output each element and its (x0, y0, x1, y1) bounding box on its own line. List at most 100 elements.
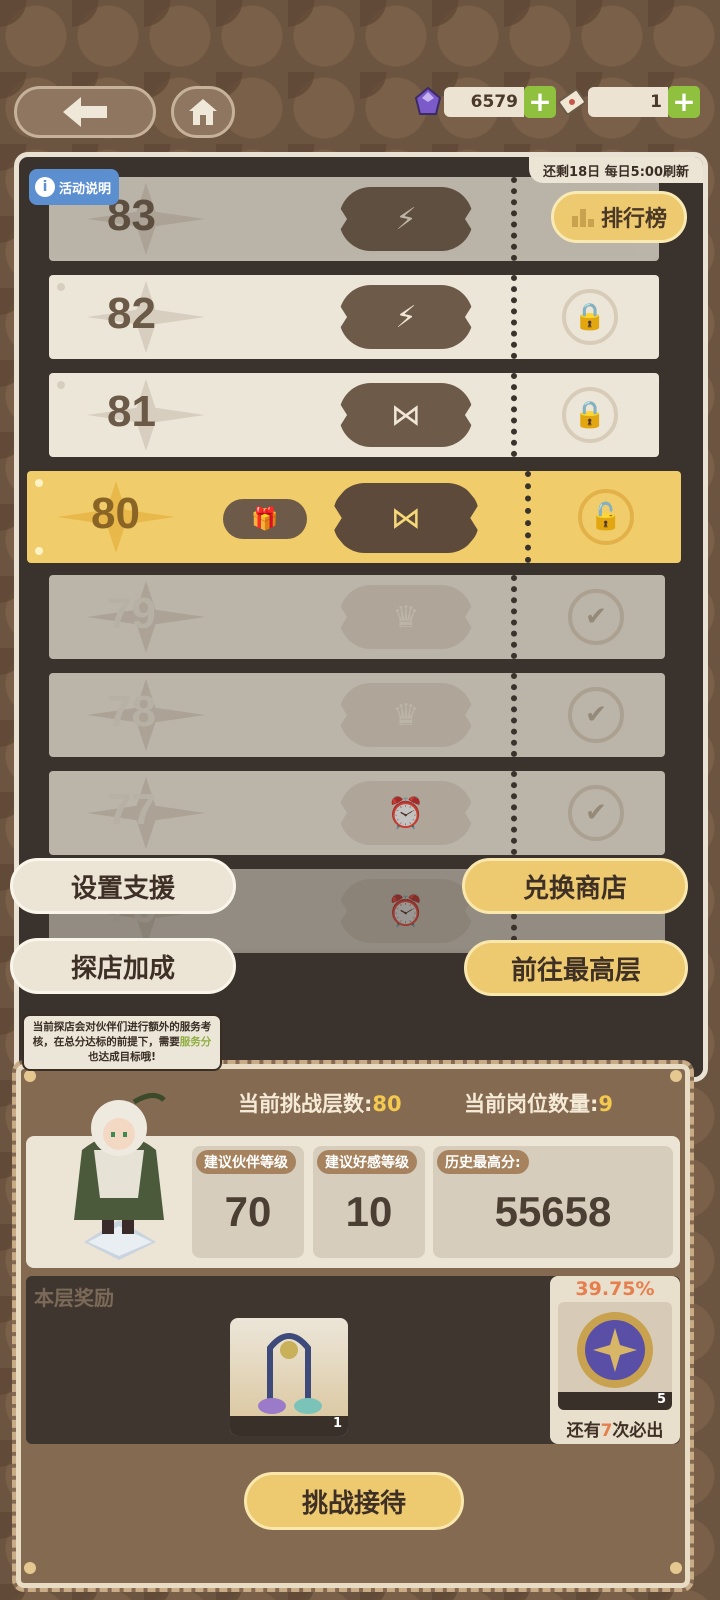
bonus-tooltip: 当前探店会对伙伴们进行额外的服务考核，在总分达标的前提下，需要服务分也达成目标哦… (22, 1014, 222, 1071)
add-ticket-button[interactable]: + (668, 86, 700, 118)
floor-number: 82 (107, 289, 156, 338)
panel-rivet (670, 1070, 682, 1082)
add-gem-button[interactable]: + (524, 86, 556, 118)
floor-number: 81 (107, 387, 156, 436)
best-score-value: 55658 (494, 1188, 612, 1235)
affection-level-box: 建议好感等级 10 (313, 1146, 425, 1258)
reward-item-count: 1 (230, 1416, 348, 1436)
arrow-left-icon (63, 97, 107, 127)
floor-stub: ✔ (527, 771, 665, 855)
perforation (511, 177, 517, 261)
chef-hat-icon: ♛ (339, 683, 473, 747)
perforation (511, 275, 517, 359)
current-post-value: 9 (598, 1092, 614, 1116)
gem-icon (414, 86, 442, 115)
event-info-button[interactable]: i 活动说明 (29, 169, 120, 205)
gem-count: 6579 (444, 87, 524, 117)
floor-ticket-79[interactable]: 79 ♛ ✔ (49, 575, 665, 659)
floor-stub: ✔ (527, 673, 665, 757)
perforation (511, 575, 517, 659)
check-icon: ✔ (568, 785, 624, 841)
pity-note-b: 次必出 (612, 1421, 664, 1441)
partner-level-label: 建议伙伴等级 (196, 1150, 296, 1174)
pity-note-num: 7 (600, 1421, 613, 1441)
set-support-button[interactable]: 设置支援 (10, 858, 236, 914)
ticket-dot (57, 381, 65, 389)
pity-note: 还有7次必出 (550, 1416, 680, 1441)
floor-stub: 🔒 (521, 275, 659, 359)
panel-rivet (24, 1562, 36, 1574)
alarm-clock-icon: ⏰ (339, 781, 473, 845)
current-post-stat: 当前岗位数量:9 (464, 1088, 613, 1118)
challenge-button[interactable]: 挑战接待 (244, 1472, 464, 1530)
chef-hat-icon: ♛ (339, 585, 473, 649)
character-sprite (64, 1080, 174, 1260)
floor-ticket-82[interactable]: 82 ⚡ 🔒 (49, 275, 659, 359)
ticket-dot (35, 547, 43, 555)
ticket-icon (558, 88, 586, 116)
current-post-label: 当前岗位数量: (464, 1092, 599, 1116)
back-button[interactable] (14, 86, 156, 138)
home-button[interactable] (171, 86, 235, 138)
partner-level-value: 70 (224, 1188, 272, 1235)
affection-level-value: 10 (345, 1188, 393, 1235)
best-score-box: 历史最高分: 55658 (433, 1146, 673, 1258)
info-icon: i (35, 177, 55, 197)
check-icon: ✔ (568, 589, 624, 645)
tooltip-text-b: 也达成目标哦! (88, 1051, 156, 1063)
floor-number: 78 (107, 687, 156, 736)
event-info-label: 活动说明 (59, 181, 112, 197)
lock-icon: 🔒 (562, 289, 618, 345)
floor-stub: 🔓 (531, 471, 681, 563)
panel-rivet (670, 1562, 682, 1574)
floor-number: 77 (107, 785, 156, 834)
home-icon (189, 99, 217, 125)
gem-currency: 6579 + (412, 86, 556, 118)
reward-item[interactable]: 1 (230, 1318, 348, 1436)
check-icon: ✔ (568, 687, 624, 743)
reward-title: 本层奖励 (34, 1286, 114, 1310)
floor-ticket-78[interactable]: 78 ♛ ✔ (49, 673, 665, 757)
current-floor-value: 80 (372, 1092, 402, 1116)
pity-box[interactable]: 39.75% 5 还有7次必出 (550, 1276, 680, 1444)
panel-rivet (24, 1070, 36, 1082)
boot-icon: ⚡ (339, 187, 473, 251)
ticket-dot (57, 283, 65, 291)
bowtie-icon: ⋈ (333, 483, 479, 553)
best-score-label: 历史最高分: (437, 1150, 529, 1174)
gift-icon[interactable]: 🎁 (223, 499, 307, 539)
ticket-count: 1 (588, 87, 668, 117)
floor-number: 79 (107, 589, 156, 638)
bowtie-icon: ⋈ (339, 383, 473, 447)
exchange-shop-button[interactable]: 兑换商店 (462, 858, 688, 914)
leaderboard-button[interactable]: 排行榜 (551, 191, 687, 243)
floor-ticket-81[interactable]: 81 ⋈ 🔒 (49, 373, 659, 457)
floor-stub: 🔒 (521, 373, 659, 457)
floor-stub: ✔ (527, 575, 665, 659)
ticket-currency: 1 + (556, 86, 700, 118)
current-floor-label: 当前挑战层数: (238, 1092, 373, 1116)
current-floor-stat: 当前挑战层数:80 (238, 1088, 402, 1118)
ornament-icon (258, 1333, 322, 1414)
go-top-floor-button[interactable]: 前往最高层 (464, 940, 688, 996)
lock-icon: 🔒 (562, 387, 618, 443)
alarm-clock-icon: ⏰ (339, 879, 473, 943)
floor-number: 80 (91, 489, 140, 538)
partner-level-box: 建议伙伴等级 70 (192, 1146, 304, 1258)
pity-note-a: 还有 (566, 1421, 601, 1441)
unlock-icon: 🔓 (578, 489, 634, 545)
visit-bonus-button[interactable]: 探店加成 (10, 938, 236, 994)
tooltip-highlight: 服务分 (179, 1036, 212, 1048)
pity-item-count: 5 (558, 1392, 672, 1410)
boot-icon: ⚡ (339, 285, 473, 349)
perforation (511, 373, 517, 457)
affection-level-label: 建议好感等级 (317, 1150, 417, 1174)
floor-ticket-80-current[interactable]: 80 🎁 ⋈ 🔓 (27, 471, 681, 563)
leaderboard-icon (571, 209, 594, 227)
perforation (511, 771, 517, 855)
ticket-dot (35, 479, 43, 487)
perforation (511, 673, 517, 757)
floor-ticket-77[interactable]: 77 ⏰ ✔ (49, 771, 665, 855)
pity-percent: 39.75% (575, 1278, 655, 1300)
leaderboard-label: 排行榜 (600, 207, 667, 232)
